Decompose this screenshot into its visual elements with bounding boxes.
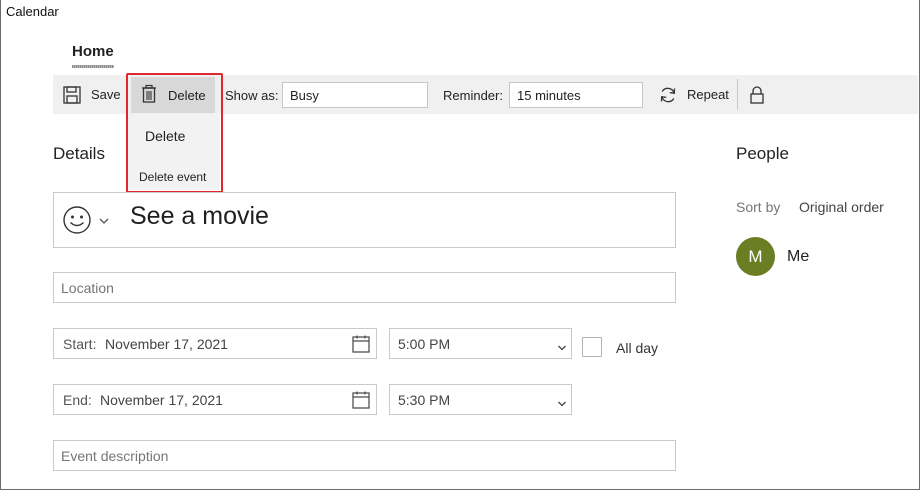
- save-button[interactable]: Save: [62, 75, 121, 114]
- avatar: M: [736, 237, 775, 276]
- toolbar: Save Delete Show as: Busy Reminder: 15 m…: [53, 75, 918, 114]
- repeat-button[interactable]: Repeat: [658, 75, 729, 114]
- calendar-icon[interactable]: [351, 334, 371, 359]
- details-heading: Details: [53, 144, 105, 163]
- tab-active-indicator: [72, 65, 114, 68]
- repeat-label: Repeat: [687, 87, 729, 102]
- delete-dropdown-menu: Delete Delete event: [128, 114, 220, 190]
- event-description-placeholder: Event description: [61, 448, 169, 464]
- all-day-checkbox[interactable]: [582, 337, 602, 357]
- show-as-label: Show as:: [225, 88, 279, 103]
- menu-item-delete[interactable]: Delete: [128, 128, 220, 144]
- chevron-down-icon[interactable]: [557, 395, 567, 413]
- location-field[interactable]: [53, 272, 676, 303]
- save-icon: [62, 85, 82, 105]
- tab-home[interactable]: Home: [72, 43, 114, 60]
- delete-label: Delete: [168, 87, 206, 103]
- save-label: Save: [91, 87, 121, 102]
- lock-icon: [749, 85, 765, 105]
- end-time-value: 5:30 PM: [398, 392, 451, 408]
- chevron-down-icon[interactable]: [557, 339, 567, 357]
- toolbar-divider: [737, 79, 738, 110]
- start-time-value: 5:00 PM: [398, 336, 451, 352]
- all-day-label: All day: [616, 340, 659, 356]
- sort-order-select[interactable]: Original order: [799, 199, 884, 215]
- start-date-value: November 17, 2021: [105, 336, 228, 352]
- delete-button[interactable]: Delete: [131, 77, 215, 113]
- menu-item-delete-event[interactable]: Delete event: [128, 170, 220, 184]
- attendee-name[interactable]: Me: [787, 248, 809, 266]
- emoji-icon[interactable]: [62, 205, 92, 240]
- calendar-icon[interactable]: [351, 390, 371, 415]
- private-button[interactable]: [749, 75, 765, 114]
- start-label: Start:: [63, 336, 97, 352]
- sort-by-label: Sort by: [736, 199, 781, 215]
- app-title: Calendar: [6, 4, 59, 19]
- reminder-label: Reminder:: [443, 88, 503, 103]
- people-heading: People: [736, 144, 789, 163]
- show-as-select[interactable]: Busy: [282, 82, 428, 108]
- repeat-icon: [658, 85, 678, 105]
- trash-icon: [140, 84, 158, 107]
- chevron-down-icon[interactable]: [98, 213, 110, 231]
- event-title-input[interactable]: See a movie: [130, 202, 269, 231]
- location-placeholder: Location: [61, 280, 114, 296]
- end-date-value: November 17, 2021: [100, 392, 223, 408]
- reminder-select[interactable]: 15 minutes: [509, 82, 643, 108]
- end-label: End:: [63, 392, 92, 408]
